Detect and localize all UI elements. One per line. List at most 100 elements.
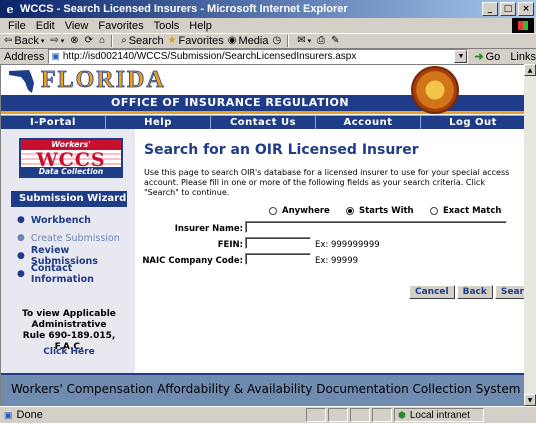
chevron-down-icon: ▾ — [40, 37, 45, 45]
refresh-button[interactable]: ⟳ — [85, 35, 95, 46]
edit-icon: ✎ — [331, 35, 340, 46]
intranet-icon: ⬢ — [398, 409, 406, 420]
go-button[interactable]: ➜ Go — [474, 50, 501, 64]
toolbar-separator — [111, 34, 114, 47]
match-type-group: Anywhere Starts With Exact Match — [1, 206, 524, 220]
rule-text-2: Administrative — [31, 320, 107, 330]
footer-text: Workers' Compensation Affordability & Av… — [11, 382, 521, 396]
menu-edit[interactable]: Edit — [36, 20, 55, 32]
page-viewport: FLORIDA OFFICE OF INSURANCE REGULATION I… — [0, 64, 524, 406]
radio-button[interactable] — [430, 207, 438, 215]
office-name: OFFICE OF INSURANCE REGULATION — [111, 96, 350, 109]
menu-file[interactable]: File — [8, 20, 26, 32]
address-input[interactable]: ▣ http://isd002140/WCCS/Submission/Searc… — [48, 49, 469, 64]
nav-log-out[interactable]: Log Out — [421, 116, 524, 129]
fein-input[interactable] — [245, 237, 311, 249]
florida-map-icon — [9, 70, 34, 93]
scroll-up-button[interactable]: ▲ — [524, 64, 536, 76]
fein-label: FEIN: — [217, 240, 243, 250]
zone-text: Local intranet — [409, 409, 470, 421]
form-buttons: Cancel Back Search — [409, 285, 524, 299]
ie-icon: e — [6, 2, 14, 16]
scroll-down-button[interactable]: ▼ — [524, 394, 536, 406]
toolbar: ⇦ Back ▾ ⇨ ▾ ⊗ ⟳ ⌂ ⌕ Search ★ Favorites … — [0, 33, 536, 47]
back-arrow-icon: ⇦ — [4, 35, 13, 46]
status-text: Done — [16, 409, 43, 421]
mail-icon: ✉ — [297, 35, 306, 46]
cancel-button[interactable]: Cancel — [409, 285, 455, 299]
home-button[interactable]: ⌂ — [99, 35, 107, 46]
page-icon: ▣ — [4, 409, 13, 420]
windows-logo-icon — [512, 18, 534, 33]
title-bar: e WCCS - Search Licensed Insurers - Micr… — [0, 0, 536, 18]
home-icon: ⌂ — [99, 35, 106, 46]
address-dropdown-button[interactable]: ▼ — [454, 50, 468, 63]
media-button[interactable]: ◉ Media — [228, 35, 269, 47]
go-label: Go — [485, 50, 501, 63]
page-icon: ▣ — [51, 51, 60, 61]
status-panel — [328, 408, 348, 422]
radio-starts-with[interactable]: Starts With — [346, 206, 414, 216]
forward-button[interactable]: ⇨ ▾ — [50, 35, 66, 46]
links-button[interactable]: Links — [510, 51, 536, 63]
search-form-button[interactable]: Search — [494, 285, 524, 299]
top-nav: I-Portal Help Contact Us Account Log Out — [1, 115, 524, 129]
menu-help[interactable]: Help — [189, 20, 212, 32]
menu-favorites[interactable]: Favorites — [98, 20, 143, 32]
footer-band: Workers' Compensation Affordability & Av… — [1, 373, 524, 406]
back-label: Back — [14, 34, 39, 47]
close-button[interactable]: × — [518, 2, 534, 16]
nav-account[interactable]: Account — [316, 116, 421, 129]
print-icon: ⎙ — [317, 35, 326, 46]
maximize-button[interactable]: □ — [500, 2, 516, 16]
history-button[interactable]: ◷ — [273, 35, 284, 46]
history-icon: ◷ — [272, 35, 282, 46]
page-title: Search for an OIR Licensed Insurer — [144, 142, 419, 158]
back-button[interactable]: ⇦ Back ▾ — [4, 35, 46, 47]
radio-label: Exact Match — [443, 206, 502, 216]
search-label: Search — [128, 34, 164, 47]
back-form-button[interactable]: Back — [456, 285, 493, 299]
nav-contact-us[interactable]: Contact Us — [211, 116, 316, 129]
logo-bottom-text: Data Collection — [21, 167, 121, 176]
naic-input[interactable] — [245, 253, 311, 265]
radio-label: Starts With — [359, 206, 414, 216]
refresh-icon: ⟳ — [84, 35, 94, 46]
search-button[interactable]: ⌕ Search — [121, 35, 163, 47]
banner: FLORIDA OFFICE OF INSURANCE REGULATION — [1, 65, 524, 115]
fein-row: FEIN: Ex: 999999999 — [1, 237, 524, 253]
radio-button[interactable] — [269, 207, 277, 215]
fein-hint: Ex: 999999999 — [315, 240, 380, 250]
go-arrow-icon: ➜ — [474, 51, 484, 63]
menu-tools[interactable]: Tools — [154, 20, 180, 32]
radio-exact-match[interactable]: Exact Match — [430, 206, 501, 216]
mail-button[interactable]: ✉ ▾ — [297, 35, 313, 46]
minimize-button[interactable]: _ — [482, 2, 498, 16]
vertical-scrollbar[interactable]: ▲ ▼ — [524, 64, 536, 406]
status-panel — [372, 408, 392, 422]
window-title: WCCS - Search Licensed Insurers - Micros… — [20, 3, 348, 15]
nav-help[interactable]: Help — [106, 116, 211, 129]
status-bar: ▣ Done ⬢ Local intranet — [0, 406, 536, 423]
media-icon: ◉ — [227, 35, 237, 46]
chevron-down-icon: ▾ — [307, 37, 312, 45]
security-zone: ⬢ Local intranet — [394, 408, 484, 422]
edit-button[interactable]: ✎ — [331, 35, 341, 46]
menu-view[interactable]: View — [65, 20, 89, 32]
print-button[interactable]: ⎙ — [317, 35, 327, 46]
insurer-name-input[interactable] — [245, 221, 507, 233]
toolbar-separator — [287, 34, 290, 47]
radio-anywhere[interactable]: Anywhere — [269, 206, 330, 216]
wizard-header: Submission Wizard — [11, 191, 127, 207]
stop-icon: ⊗ — [70, 35, 79, 46]
radio-button[interactable] — [346, 207, 354, 215]
naic-hint: Ex: 99999 — [315, 256, 359, 266]
search-icon: ⌕ — [121, 35, 127, 46]
favorites-button[interactable]: ★ Favorites — [168, 35, 224, 47]
nav-iportal[interactable]: I-Portal — [1, 116, 106, 129]
rule-link[interactable]: Click Here — [9, 347, 129, 357]
state-seal-icon — [411, 66, 459, 114]
menu-bar: File Edit View Favorites Tools Help — [0, 18, 536, 33]
address-bar: Address ▣ http://isd002140/WCCS/Submissi… — [0, 48, 536, 64]
stop-button[interactable]: ⊗ — [70, 35, 80, 46]
